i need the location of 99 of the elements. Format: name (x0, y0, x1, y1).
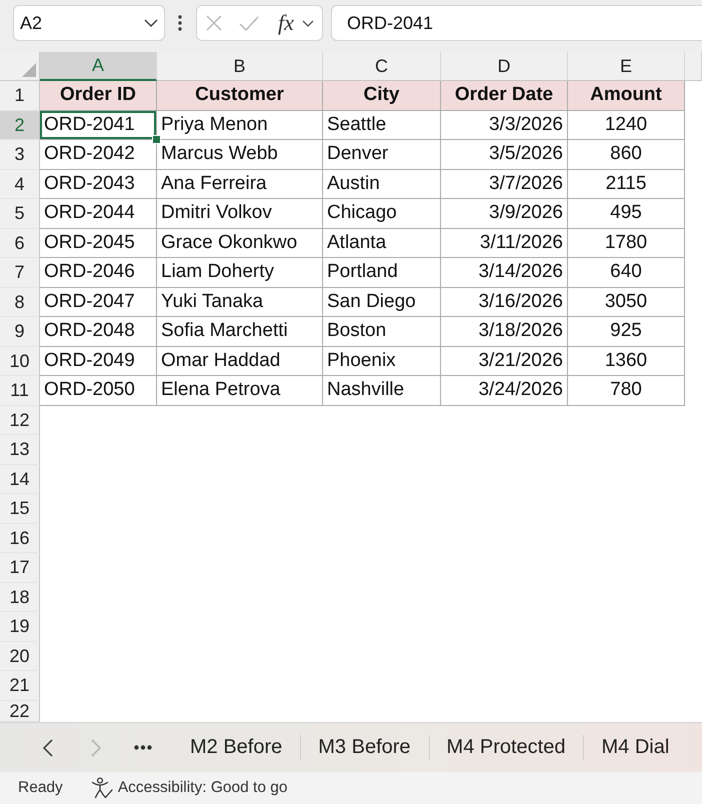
column-header[interactable]: A (40, 52, 157, 81)
table-cell: 1780 (568, 228, 685, 258)
table-cell: 925 (568, 317, 685, 346)
chevron-left-icon[interactable] (43, 738, 53, 756)
table-cell: 3/14/2026 (441, 258, 568, 288)
table-cell: Yuki Tanaka (157, 288, 323, 317)
table-cell: ORD-2041 (40, 110, 157, 140)
check-icon[interactable] (239, 16, 259, 30)
table-cell: ORD-2043 (40, 170, 157, 199)
table-cell: 3/9/2026 (441, 199, 568, 228)
table-cell: Elena Petrova (157, 376, 323, 406)
table-cell: ORD-2044 (40, 199, 157, 228)
column-header[interactable]: D (441, 52, 568, 81)
table-cell: 3050 (568, 288, 685, 317)
table-cell: Omar Haddad (157, 346, 323, 376)
table-cell: Grace Okonkwo (157, 228, 323, 258)
vertical-dots-icon[interactable] (178, 15, 182, 31)
column-heading-cell: Amount (568, 81, 685, 110)
chevron-down-icon[interactable] (302, 20, 314, 26)
sheet-tab[interactable]: M3 Before (300, 723, 429, 772)
row-header[interactable]: 2 (0, 110, 40, 140)
table-cell: Portland (323, 258, 441, 288)
table-cell: ORD-2046 (40, 258, 157, 288)
table-cell: 3/7/2026 (441, 170, 568, 199)
column-heading-cell: Order ID (40, 81, 157, 110)
table-cell: 2115 (568, 170, 685, 199)
sheet-tab[interactable]: M4 Dial (583, 723, 688, 772)
table-cell: ORD-2050 (40, 376, 157, 406)
table-cell: 860 (568, 140, 685, 170)
ellipsis-icon[interactable] (134, 745, 152, 750)
table-cell: Denver (323, 140, 441, 170)
table-cell: ORD-2048 (40, 317, 157, 346)
row-header[interactable]: 7 (0, 258, 40, 288)
row-header[interactable]: 18 (0, 582, 40, 612)
row-header[interactable]: 19 (0, 612, 40, 642)
table-cell: ORD-2047 (40, 288, 157, 317)
table-cell: Austin (323, 170, 441, 199)
row-header[interactable]: 22 (0, 700, 40, 722)
table-cell: Dmitri Volkov (157, 199, 323, 228)
accessibility-status-button[interactable]: Accessibility: Good to go (90, 777, 288, 799)
table-cell: Seattle (323, 110, 441, 140)
table-cell: 1240 (568, 110, 685, 140)
column-heading-cell: City (323, 81, 441, 110)
table-cell: Chicago (323, 199, 441, 228)
table-cell: 3/16/2026 (441, 288, 568, 317)
column-header[interactable]: E (568, 52, 685, 81)
row-header[interactable]: 1 (0, 81, 40, 110)
row-header[interactable]: 10 (0, 346, 40, 376)
table-cell: 495 (568, 199, 685, 228)
table-cell: ORD-2045 (40, 228, 157, 258)
row-header[interactable]: 8 (0, 288, 40, 317)
fill-handle[interactable] (152, 135, 161, 144)
table-cell: 640 (568, 258, 685, 288)
table-cell: 3/3/2026 (441, 110, 568, 140)
chevron-down-icon[interactable] (144, 19, 158, 27)
insert-function-button[interactable]: fx (278, 12, 294, 34)
row-header[interactable]: 12 (0, 406, 40, 435)
table-cell: 780 (568, 376, 685, 406)
column-header[interactable]: C (323, 52, 441, 81)
table-cell: ORD-2042 (40, 140, 157, 170)
accessibility-check-icon (90, 777, 113, 799)
row-header[interactable]: 17 (0, 553, 40, 582)
column-header[interactable]: B (157, 52, 323, 81)
table-cell: Ana Ferreira (157, 170, 323, 199)
table-cell: 3/11/2026 (441, 228, 568, 258)
row-header[interactable]: 16 (0, 524, 40, 553)
formula-input[interactable]: ORD-2041 (331, 5, 702, 41)
table-cell: Sofia Marchetti (157, 317, 323, 346)
name-box[interactable]: A2 (13, 5, 165, 41)
sheet-tab[interactable]: M2 Before (172, 723, 300, 772)
table-cell: ORD-2049 (40, 346, 157, 376)
table-cell: 3/5/2026 (441, 140, 568, 170)
row-header[interactable]: 3 (0, 140, 40, 170)
row-header[interactable]: 5 (0, 199, 40, 228)
row-header[interactable]: 4 (0, 170, 40, 199)
triangle-icon (22, 63, 36, 77)
row-header[interactable]: 20 (0, 642, 40, 671)
column-heading-cell: Customer (157, 81, 323, 110)
sheet-tab[interactable]: M4 Protected (428, 723, 584, 772)
table-cell: 3/18/2026 (441, 317, 568, 346)
row-header[interactable]: 13 (0, 435, 40, 464)
table-cell: Nashville (323, 376, 441, 406)
table-cell: San Diego (323, 288, 441, 317)
row-header[interactable]: 15 (0, 494, 40, 524)
row-header[interactable]: 9 (0, 317, 40, 346)
table-cell: Atlanta (323, 228, 441, 258)
table-cell: 3/21/2026 (441, 346, 568, 376)
table-cell: 1360 (568, 346, 685, 376)
row-header[interactable]: 21 (0, 671, 40, 700)
table-cell: Phoenix (323, 346, 441, 376)
status-mode-text: Ready (18, 779, 63, 797)
table-cell: 3/24/2026 (441, 376, 568, 406)
table-cell: Liam Doherty (157, 258, 323, 288)
row-header[interactable]: 6 (0, 228, 40, 258)
table-cell: Boston (323, 317, 441, 346)
table-cell: Marcus Webb (157, 140, 323, 170)
row-header[interactable]: 11 (0, 376, 40, 406)
row-header[interactable]: 14 (0, 464, 40, 494)
column-heading-cell: Order Date (441, 81, 568, 110)
